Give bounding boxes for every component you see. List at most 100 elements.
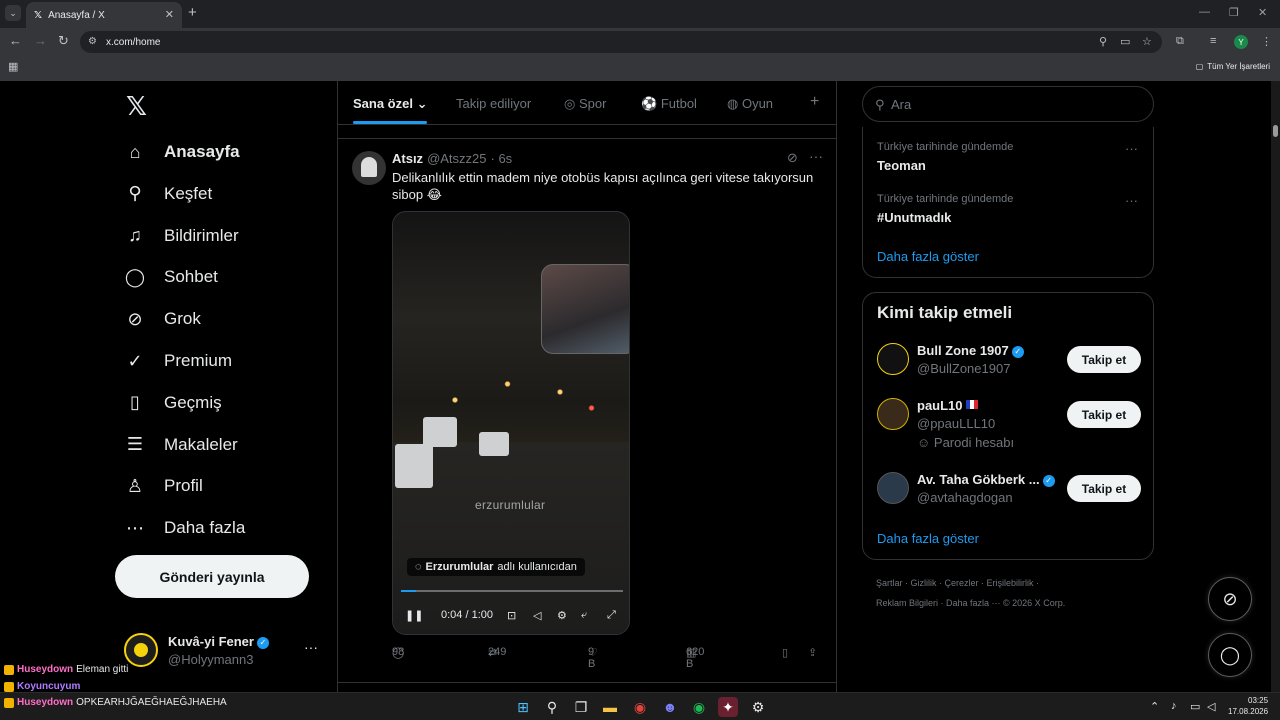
suggestion-avatar[interactable] [877,343,909,375]
file-explorer-icon[interactable]: ▬ [600,697,620,717]
suggestion-name[interactable]: pauL10 [917,398,978,413]
follow-button[interactable]: Takip et [1067,475,1141,502]
trend-name[interactable]: Teoman [877,158,926,173]
nav-item-articles[interactable]: ☰ Makaleler [124,430,238,460]
nav-item-chat[interactable]: ◯ Sohbet [124,262,218,292]
suggestion-name[interactable]: Bull Zone 1907 ✓ [917,343,1024,358]
search-input[interactable]: ⚲ Ara [862,86,1154,122]
pause-icon[interactable]: ❚❚ [405,609,423,622]
tab-search-button[interactable]: ⌄ [5,5,21,21]
back-button[interactable]: ← [9,34,22,48]
tweet-time[interactable]: · 6s [491,151,513,166]
steam-icon[interactable]: ⚙ [748,697,768,717]
follow-show-more[interactable]: Daha fazla göster [877,531,979,546]
tweet-header: Atsız @Atszz25 · 6s [392,151,512,166]
trend-more-icon[interactable]: ··· [1125,141,1138,156]
x-logo-icon[interactable]: 𝕏 [126,91,147,122]
grok-fab-icon[interactable]: ⊘ [1208,577,1252,621]
tweet[interactable]: Atsız @Atszz25 · 6s ⊘ ··· Delikanlılık e… [338,138,836,672]
star-icon[interactable]: ☆ [1142,35,1152,48]
captions-icon[interactable]: ⊡ [507,609,516,622]
follow-suggestion[interactable]: Bull Zone 1907 ✓ @BullZone1907 Takip et [877,343,1143,391]
follow-suggestion[interactable]: pauL10 @ppauLLL10 ☺ Parodi hesabı Takip … [877,398,1143,458]
post-button[interactable]: Gönderi yayınla [115,555,309,598]
spotify-icon[interactable]: ◉ [689,697,709,717]
suggestion-name[interactable]: Av. Taha Gökberk ... ✓ [917,472,1055,487]
network-icon[interactable]: ▭ [1190,700,1200,713]
tab-gaming[interactable]: ◍ Oyun [727,96,773,112]
video-progress-track[interactable] [401,590,623,592]
tab-for-you[interactable]: Sana özel ⌄ [353,96,428,112]
task-view-icon[interactable]: ❐ [571,697,591,717]
settings-icon[interactable]: ⚙ [557,609,567,622]
tweet-more-icon[interactable]: ··· [809,148,823,164]
account-more-icon[interactable]: ··· [304,639,318,655]
site-info-icon[interactable]: ⚙ [88,36,97,47]
nav-item-profile[interactable]: ♙ Profil [124,471,203,501]
tweet-author-avatar[interactable] [352,151,386,185]
browser-menu-icon[interactable]: ⋮ [1261,35,1272,48]
video-credit[interactable]: ◌ Erzurumlular adlı kullanıcıdan [407,558,585,576]
follow-button[interactable]: Takip et [1067,346,1141,373]
bookmark-icon[interactable]: ▯ [782,646,788,659]
follow-button[interactable]: Takip et [1067,401,1141,428]
tab-football[interactable]: ⚽ Futbol [641,96,697,112]
account-switcher[interactable]: Kuvâ-yi Fener ✓ @Holyymann3 ··· [124,633,324,673]
trends-show-more[interactable]: Daha fazla göster [877,249,979,264]
zoom-icon[interactable]: ⚲ [1099,35,1107,48]
nav-item-bookmark[interactable]: ▯ Geçmiş [124,388,222,418]
game-app-icon[interactable]: ✦ [718,697,738,717]
tweet-author-name[interactable]: Atsız [392,151,423,166]
new-tab-button[interactable]: + [188,5,197,21]
grok-explain-icon[interactable]: ⊘ [787,150,798,166]
nav-item-grok[interactable]: ⊘ Grok [124,304,200,334]
browser-tab[interactable]: 𝕏 Anasayfa / X ✕ [26,2,182,28]
cast-icon[interactable]: ▭ [1120,35,1130,48]
close-window-button[interactable]: ✕ [1258,6,1267,19]
restore-button[interactable]: ❐ [1229,6,1239,19]
taskbar-clock[interactable]: 03:25 17.08.2026 [1228,695,1268,717]
tray-chevron-icon[interactable]: ⌃ [1150,700,1159,713]
page-scrollbar[interactable] [1271,81,1280,692]
nav-item-premium[interactable]: ✓ Premium [124,346,232,376]
tab-close-icon[interactable]: ✕ [165,8,174,21]
volume-icon[interactable]: ◁ [1207,700,1215,713]
mute-icon[interactable]: ◁ [533,609,541,622]
tab-following[interactable]: Takip ediliyor [456,96,531,111]
windows-start-icon[interactable]: ⊞ [513,697,533,717]
trend-more-icon[interactable]: ··· [1125,193,1138,208]
extensions-icon[interactable]: ⧉ [1176,35,1184,48]
microphone-icon[interactable]: ♪ [1171,700,1177,712]
trend-name[interactable]: #Unutmadık [877,210,951,225]
search-icon[interactable]: ⚲ [542,697,562,717]
tweet-video[interactable]: erzurumlular ◌ Erzurumlular adlı kullanı… [392,211,630,635]
parody-label: ☺ Parodi hesabı [917,435,1014,450]
reload-button[interactable]: ↻ [58,34,69,48]
footer-links[interactable]: Reklam Bilgileri · Daha fazla ··· © 2026… [876,598,1065,608]
media-icon[interactable]: ≡ [1210,35,1216,47]
messages-fab-icon[interactable]: ◯ [1208,633,1252,677]
nav-item-bell[interactable]: ♫ Bildirimler [124,221,238,251]
discord-icon[interactable]: ☻ [660,697,680,717]
share-icon[interactable]: ⇪ [808,646,817,659]
suggestion-avatar[interactable] [877,472,909,504]
add-tab-button[interactable]: + [810,93,819,111]
tab-sports[interactable]: ◎ Spor [564,96,606,112]
nav-item-more[interactable]: ⋯ Daha fazla [124,513,245,543]
footer-links[interactable]: Şartlar · Gizlilik · Çerezler · Erişileb… [876,578,1039,588]
scrollbar-thumb[interactable] [1273,125,1278,137]
chrome-icon[interactable]: ◉ [630,697,650,717]
apps-grid-icon[interactable]: ▦ [8,60,18,73]
all-bookmarks-button[interactable]: ▢ Tüm Yer İşaretleri [1196,62,1270,71]
suggestion-avatar[interactable] [877,398,909,430]
browser-profile-avatar[interactable]: Y [1234,35,1248,49]
address-bar[interactable]: ⚙ x.com/home [80,31,1162,53]
tweet-author-handle[interactable]: @Atszz25 [427,151,486,166]
nav-item-search[interactable]: ⚲ Keşfet [124,179,212,209]
fullscreen-icon[interactable]: ⤢ [607,609,616,622]
nav-item-home[interactable]: ⌂ Anasayfa [124,137,240,167]
forward-button[interactable]: → [34,34,47,48]
pip-icon[interactable]: ⤶ [581,609,587,622]
follow-suggestion[interactable]: Av. Taha Gökberk ... ✓ @avtahagdogan Taki… [877,472,1143,520]
minimize-button[interactable]: — [1199,6,1210,18]
